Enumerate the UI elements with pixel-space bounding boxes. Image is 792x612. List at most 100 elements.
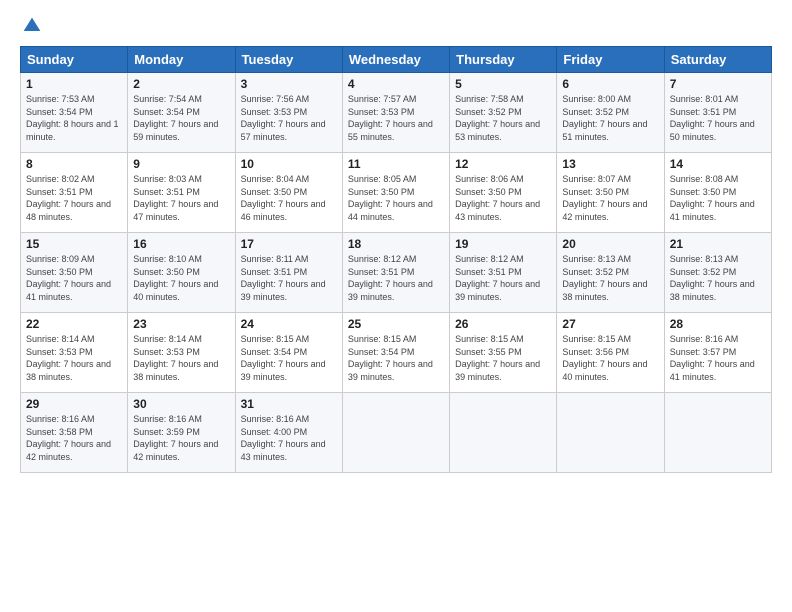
day-number: 24 bbox=[241, 317, 337, 331]
day-detail: Sunrise: 8:14 AMSunset: 3:53 PMDaylight:… bbox=[26, 334, 111, 382]
day-cell: 1 Sunrise: 7:53 AMSunset: 3:54 PMDayligh… bbox=[21, 73, 128, 153]
week-row-1: 1 Sunrise: 7:53 AMSunset: 3:54 PMDayligh… bbox=[21, 73, 772, 153]
day-cell bbox=[450, 393, 557, 473]
day-detail: Sunrise: 7:56 AMSunset: 3:53 PMDaylight:… bbox=[241, 94, 326, 142]
day-cell: 25 Sunrise: 8:15 AMSunset: 3:54 PMDaylig… bbox=[342, 313, 449, 393]
day-cell: 3 Sunrise: 7:56 AMSunset: 3:53 PMDayligh… bbox=[235, 73, 342, 153]
day-cell: 13 Sunrise: 8:07 AMSunset: 3:50 PMDaylig… bbox=[557, 153, 664, 233]
day-number: 18 bbox=[348, 237, 444, 251]
day-number: 28 bbox=[670, 317, 766, 331]
day-cell: 11 Sunrise: 8:05 AMSunset: 3:50 PMDaylig… bbox=[342, 153, 449, 233]
day-cell: 10 Sunrise: 8:04 AMSunset: 3:50 PMDaylig… bbox=[235, 153, 342, 233]
day-detail: Sunrise: 8:15 AMSunset: 3:54 PMDaylight:… bbox=[348, 334, 433, 382]
day-detail: Sunrise: 8:16 AMSunset: 3:59 PMDaylight:… bbox=[133, 414, 218, 462]
day-number: 23 bbox=[133, 317, 229, 331]
day-cell: 9 Sunrise: 8:03 AMSunset: 3:51 PMDayligh… bbox=[128, 153, 235, 233]
day-number: 27 bbox=[562, 317, 658, 331]
weekday-header-thursday: Thursday bbox=[450, 47, 557, 73]
day-cell: 4 Sunrise: 7:57 AMSunset: 3:53 PMDayligh… bbox=[342, 73, 449, 153]
day-cell bbox=[664, 393, 771, 473]
day-number: 17 bbox=[241, 237, 337, 251]
day-detail: Sunrise: 8:09 AMSunset: 3:50 PMDaylight:… bbox=[26, 254, 111, 302]
day-number: 13 bbox=[562, 157, 658, 171]
day-number: 12 bbox=[455, 157, 551, 171]
day-detail: Sunrise: 8:04 AMSunset: 3:50 PMDaylight:… bbox=[241, 174, 326, 222]
day-cell: 21 Sunrise: 8:13 AMSunset: 3:52 PMDaylig… bbox=[664, 233, 771, 313]
day-detail: Sunrise: 8:06 AMSunset: 3:50 PMDaylight:… bbox=[455, 174, 540, 222]
logo-icon bbox=[22, 16, 42, 36]
day-number: 5 bbox=[455, 77, 551, 91]
day-number: 21 bbox=[670, 237, 766, 251]
day-cell bbox=[557, 393, 664, 473]
day-detail: Sunrise: 8:13 AMSunset: 3:52 PMDaylight:… bbox=[670, 254, 755, 302]
day-number: 31 bbox=[241, 397, 337, 411]
day-number: 8 bbox=[26, 157, 122, 171]
day-number: 14 bbox=[670, 157, 766, 171]
logo bbox=[20, 16, 42, 36]
day-cell: 16 Sunrise: 8:10 AMSunset: 3:50 PMDaylig… bbox=[128, 233, 235, 313]
day-cell: 31 Sunrise: 8:16 AMSunset: 4:00 PMDaylig… bbox=[235, 393, 342, 473]
day-detail: Sunrise: 8:12 AMSunset: 3:51 PMDaylight:… bbox=[455, 254, 540, 302]
day-cell: 2 Sunrise: 7:54 AMSunset: 3:54 PMDayligh… bbox=[128, 73, 235, 153]
day-detail: Sunrise: 7:57 AMSunset: 3:53 PMDaylight:… bbox=[348, 94, 433, 142]
day-detail: Sunrise: 8:14 AMSunset: 3:53 PMDaylight:… bbox=[133, 334, 218, 382]
day-cell: 29 Sunrise: 8:16 AMSunset: 3:58 PMDaylig… bbox=[21, 393, 128, 473]
day-cell: 12 Sunrise: 8:06 AMSunset: 3:50 PMDaylig… bbox=[450, 153, 557, 233]
day-number: 9 bbox=[133, 157, 229, 171]
day-detail: Sunrise: 8:00 AMSunset: 3:52 PMDaylight:… bbox=[562, 94, 647, 142]
day-cell: 20 Sunrise: 8:13 AMSunset: 3:52 PMDaylig… bbox=[557, 233, 664, 313]
day-cell: 7 Sunrise: 8:01 AMSunset: 3:51 PMDayligh… bbox=[664, 73, 771, 153]
day-number: 26 bbox=[455, 317, 551, 331]
day-number: 3 bbox=[241, 77, 337, 91]
day-number: 22 bbox=[26, 317, 122, 331]
day-number: 29 bbox=[26, 397, 122, 411]
day-cell: 17 Sunrise: 8:11 AMSunset: 3:51 PMDaylig… bbox=[235, 233, 342, 313]
day-detail: Sunrise: 7:54 AMSunset: 3:54 PMDaylight:… bbox=[133, 94, 218, 142]
week-row-2: 8 Sunrise: 8:02 AMSunset: 3:51 PMDayligh… bbox=[21, 153, 772, 233]
day-number: 16 bbox=[133, 237, 229, 251]
day-detail: Sunrise: 8:01 AMSunset: 3:51 PMDaylight:… bbox=[670, 94, 755, 142]
weekday-header-saturday: Saturday bbox=[664, 47, 771, 73]
day-number: 30 bbox=[133, 397, 229, 411]
day-number: 19 bbox=[455, 237, 551, 251]
day-cell: 18 Sunrise: 8:12 AMSunset: 3:51 PMDaylig… bbox=[342, 233, 449, 313]
day-detail: Sunrise: 8:12 AMSunset: 3:51 PMDaylight:… bbox=[348, 254, 433, 302]
day-cell: 26 Sunrise: 8:15 AMSunset: 3:55 PMDaylig… bbox=[450, 313, 557, 393]
day-number: 11 bbox=[348, 157, 444, 171]
day-cell: 15 Sunrise: 8:09 AMSunset: 3:50 PMDaylig… bbox=[21, 233, 128, 313]
day-cell: 22 Sunrise: 8:14 AMSunset: 3:53 PMDaylig… bbox=[21, 313, 128, 393]
day-detail: Sunrise: 8:02 AMSunset: 3:51 PMDaylight:… bbox=[26, 174, 111, 222]
day-cell: 14 Sunrise: 8:08 AMSunset: 3:50 PMDaylig… bbox=[664, 153, 771, 233]
weekday-header-wednesday: Wednesday bbox=[342, 47, 449, 73]
day-cell: 23 Sunrise: 8:14 AMSunset: 3:53 PMDaylig… bbox=[128, 313, 235, 393]
day-cell: 19 Sunrise: 8:12 AMSunset: 3:51 PMDaylig… bbox=[450, 233, 557, 313]
day-cell: 6 Sunrise: 8:00 AMSunset: 3:52 PMDayligh… bbox=[557, 73, 664, 153]
day-number: 1 bbox=[26, 77, 122, 91]
day-cell: 8 Sunrise: 8:02 AMSunset: 3:51 PMDayligh… bbox=[21, 153, 128, 233]
day-detail: Sunrise: 8:15 AMSunset: 3:55 PMDaylight:… bbox=[455, 334, 540, 382]
day-number: 2 bbox=[133, 77, 229, 91]
day-detail: Sunrise: 8:16 AMSunset: 3:57 PMDaylight:… bbox=[670, 334, 755, 382]
day-detail: Sunrise: 8:15 AMSunset: 3:56 PMDaylight:… bbox=[562, 334, 647, 382]
day-detail: Sunrise: 8:16 AMSunset: 4:00 PMDaylight:… bbox=[241, 414, 326, 462]
day-number: 7 bbox=[670, 77, 766, 91]
day-cell: 5 Sunrise: 7:58 AMSunset: 3:52 PMDayligh… bbox=[450, 73, 557, 153]
day-cell: 28 Sunrise: 8:16 AMSunset: 3:57 PMDaylig… bbox=[664, 313, 771, 393]
calendar-table: SundayMondayTuesdayWednesdayThursdayFrid… bbox=[20, 46, 772, 473]
calendar-page: SundayMondayTuesdayWednesdayThursdayFrid… bbox=[0, 0, 792, 612]
day-detail: Sunrise: 8:10 AMSunset: 3:50 PMDaylight:… bbox=[133, 254, 218, 302]
day-number: 6 bbox=[562, 77, 658, 91]
day-detail: Sunrise: 8:08 AMSunset: 3:50 PMDaylight:… bbox=[670, 174, 755, 222]
page-header bbox=[20, 16, 772, 36]
week-row-4: 22 Sunrise: 8:14 AMSunset: 3:53 PMDaylig… bbox=[21, 313, 772, 393]
day-cell: 27 Sunrise: 8:15 AMSunset: 3:56 PMDaylig… bbox=[557, 313, 664, 393]
day-number: 4 bbox=[348, 77, 444, 91]
week-row-3: 15 Sunrise: 8:09 AMSunset: 3:50 PMDaylig… bbox=[21, 233, 772, 313]
day-detail: Sunrise: 8:11 AMSunset: 3:51 PMDaylight:… bbox=[241, 254, 326, 302]
calendar-header-row: SundayMondayTuesdayWednesdayThursdayFrid… bbox=[21, 47, 772, 73]
day-detail: Sunrise: 8:13 AMSunset: 3:52 PMDaylight:… bbox=[562, 254, 647, 302]
weekday-header-monday: Monday bbox=[128, 47, 235, 73]
day-detail: Sunrise: 8:03 AMSunset: 3:51 PMDaylight:… bbox=[133, 174, 218, 222]
day-number: 10 bbox=[241, 157, 337, 171]
day-number: 20 bbox=[562, 237, 658, 251]
